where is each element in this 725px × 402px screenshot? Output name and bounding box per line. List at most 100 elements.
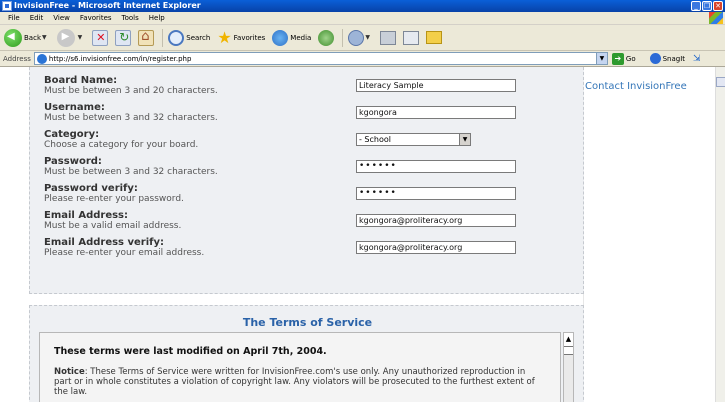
folder-button[interactable] <box>424 27 444 49</box>
address-label: Address <box>3 54 31 63</box>
edit-button[interactable] <box>401 27 421 49</box>
menu-bar: File Edit View Favorites Tools Help <box>0 12 725 25</box>
refresh-button[interactable] <box>113 27 133 49</box>
page-scrollbar[interactable] <box>715 67 725 402</box>
tos-notice-text: : These Terms of Service were written fo… <box>54 367 535 397</box>
username-input[interactable]: kgongora <box>356 106 516 119</box>
category-hint: Choose a category for your board. <box>44 140 199 150</box>
password-verify-field-label: Password verify: Please re-enter your pa… <box>44 183 184 204</box>
window-titlebar: InvisionFree - Microsoft Internet Explor… <box>0 0 725 12</box>
toolbar-separator <box>342 28 344 47</box>
page-icon <box>36 53 47 64</box>
snagit-label: SnagIt <box>662 54 686 63</box>
menu-view[interactable]: View <box>48 14 75 22</box>
password-input[interactable]: •••••• <box>356 160 516 173</box>
snagit-icon <box>649 53 661 64</box>
home-icon <box>138 29 155 46</box>
terms-of-service-section: The Terms of Service These terms were la… <box>29 305 584 402</box>
right-sidebar: Contact InvisionFree <box>585 67 715 402</box>
favorites-button[interactable]: ★ Favorites <box>215 27 267 49</box>
menu-help[interactable]: Help <box>144 14 170 22</box>
back-dropdown-icon[interactable]: ▼ <box>42 34 47 41</box>
media-button[interactable]: Media <box>270 27 313 49</box>
edit-icon <box>402 30 419 45</box>
search-label: Search <box>186 33 211 42</box>
print-icon <box>379 30 396 45</box>
mail-dropdown-icon[interactable]: ▼ <box>365 34 370 41</box>
board-name-input[interactable]: Literacy Sample <box>356 79 516 92</box>
go-button[interactable]: ➔ Go <box>611 52 636 65</box>
address-dropdown-icon[interactable]: ▼ <box>595 53 607 64</box>
forward-arrow-icon <box>56 28 75 47</box>
scroll-up-icon[interactable]: ▲ <box>564 333 573 347</box>
address-url[interactable]: http://s6.invisionfree.com/in/register.p… <box>49 55 192 63</box>
username-field-label: Username: Must be between 3 and 32 chara… <box>44 102 218 123</box>
mail-icon <box>348 29 365 46</box>
history-button[interactable] <box>316 27 336 49</box>
stop-icon <box>92 29 109 46</box>
media-label: Media <box>290 33 312 42</box>
window-title: InvisionFree - Microsoft Internet Explor… <box>14 1 201 10</box>
print-button[interactable] <box>378 27 398 49</box>
tos-scrollbar[interactable]: ▲ <box>563 332 574 402</box>
folder-icon <box>425 31 442 44</box>
page-viewport: Board Name: Must be between 3 and 20 cha… <box>0 67 715 402</box>
scroll-thumb[interactable] <box>564 347 573 355</box>
menu-edit[interactable]: Edit <box>25 14 49 22</box>
ie-app-icon <box>2 1 12 11</box>
email-input[interactable]: kgongora@proliteracy.org <box>356 214 516 227</box>
contact-link[interactable]: Contact InvisionFree <box>585 81 687 92</box>
home-button[interactable] <box>136 27 156 49</box>
minimize-button[interactable]: _ <box>691 1 701 11</box>
search-button[interactable]: Search <box>166 27 212 49</box>
email-field-label: Email Address: Must be a valid email add… <box>44 210 181 231</box>
password-verify-label: Password verify: <box>44 183 138 194</box>
tos-notice-label: Notice <box>54 367 85 377</box>
tos-textarea[interactable]: These terms were last modified on April … <box>39 332 561 402</box>
history-icon <box>318 29 335 46</box>
window-controls: _ ❐ ✕ <box>691 1 723 11</box>
menu-favorites[interactable]: Favorites <box>75 14 117 22</box>
chevron-down-icon[interactable]: ▼ <box>459 134 470 145</box>
category-field-label: Category: Choose a category for your boa… <box>44 129 198 150</box>
registration-form: Board Name: Must be between 3 and 20 cha… <box>29 67 584 294</box>
media-icon <box>272 29 289 46</box>
restore-button[interactable]: ❐ <box>702 1 712 11</box>
password-verify-input[interactable]: •••••• <box>356 187 516 200</box>
mail-button[interactable]: ▼ <box>346 27 375 49</box>
category-selected-value: - School <box>359 135 391 144</box>
category-label: Category: <box>44 129 100 140</box>
tos-modified-date: These terms were last modified on April … <box>54 346 327 357</box>
page-scroll-up-icon[interactable] <box>716 77 725 87</box>
forward-dropdown-icon[interactable]: ▼ <box>78 34 83 41</box>
windows-logo-icon <box>709 12 723 24</box>
star-icon: ★ <box>217 27 232 47</box>
main-panel: Board Name: Must be between 3 and 20 cha… <box>13 67 584 402</box>
password-hint: Must be between 3 and 32 characters. <box>44 167 218 177</box>
toolbar-separator <box>162 28 164 47</box>
address-input[interactable]: http://s6.invisionfree.com/in/register.p… <box>33 52 608 65</box>
stop-button[interactable] <box>90 27 110 49</box>
menu-tools[interactable]: Tools <box>117 14 144 22</box>
tos-notice: Notice: These Terms of Service were writ… <box>54 367 542 397</box>
email-label: Email Address: <box>44 210 129 221</box>
password-verify-hint: Please re-enter your password. <box>44 194 184 204</box>
favorites-label: Favorites <box>233 33 266 42</box>
email-verify-hint: Please re-enter your email address. <box>44 248 205 258</box>
links-icon[interactable]: ⇲ <box>693 54 701 64</box>
go-label: Go <box>625 54 636 63</box>
category-select[interactable]: - School ▼ <box>356 133 471 146</box>
snagit-button[interactable]: SnagIt <box>649 53 686 64</box>
password-label: Password: <box>44 156 102 167</box>
email-verify-label: Email Address verify: <box>44 237 165 248</box>
close-button[interactable]: ✕ <box>713 1 723 11</box>
back-button[interactable]: Back ▼ <box>2 27 52 49</box>
tos-title: The Terms of Service <box>242 316 373 329</box>
forward-button[interactable]: ▼ <box>55 27 88 49</box>
email-verify-input[interactable]: kgongora@proliteracy.org <box>356 241 516 254</box>
email-hint: Must be a valid email address. <box>44 221 182 231</box>
board-name-field-label: Board Name: Must be between 3 and 20 cha… <box>44 75 218 96</box>
menu-file[interactable]: File <box>3 14 25 22</box>
go-arrow-icon: ➔ <box>611 52 624 65</box>
address-bar: Address http://s6.invisionfree.com/in/re… <box>0 51 725 67</box>
